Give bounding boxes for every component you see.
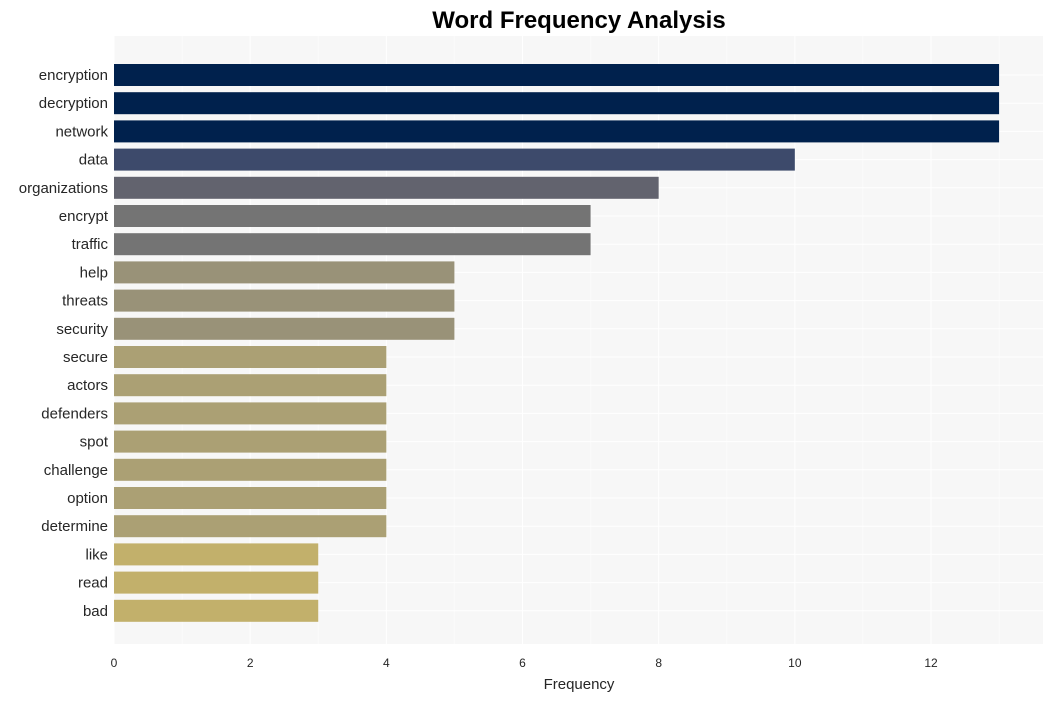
y-tick-label: traffic <box>72 236 109 253</box>
y-tick-label: organizations <box>19 180 108 197</box>
bar-secure <box>114 346 387 368</box>
word-frequency-chart: Word Frequency Analysis encryption decryp… <box>19 7 1043 693</box>
x-tick-label: 12 <box>924 656 938 670</box>
bar-encryption <box>114 64 1000 86</box>
chart-title: Word Frequency Analysis <box>432 7 725 34</box>
y-tick-label: spot <box>80 434 109 451</box>
y-tick-label: determine <box>41 518 108 535</box>
y-tick-label: decryption <box>39 95 108 112</box>
y-tick-label: bad <box>83 603 108 620</box>
y-tick-label: threats <box>62 293 108 310</box>
y-tick-label: data <box>79 152 109 169</box>
bar-data <box>114 148 795 171</box>
bar-defenders <box>114 402 387 425</box>
bar-traffic <box>114 233 591 256</box>
bar-encrypt <box>114 205 591 227</box>
y-tick-label: option <box>67 490 108 507</box>
y-tick-label: like <box>85 546 108 563</box>
bar-security <box>114 317 455 340</box>
bar-read <box>114 571 319 594</box>
bar-like <box>114 543 319 566</box>
y-tick-label: challenge <box>44 462 108 479</box>
bar-challenge <box>114 458 387 481</box>
x-tick-label: 10 <box>788 656 802 670</box>
y-tick-label: encrypt <box>59 208 109 225</box>
x-axis-label: Frequency <box>544 676 615 693</box>
bar-decryption <box>114 92 1000 115</box>
y-tick-label: actors <box>67 377 108 394</box>
x-tick-label: 0 <box>111 656 118 670</box>
x-tick-label: 8 <box>655 656 662 670</box>
y-tick-label: network <box>55 123 108 140</box>
x-tick-label: 6 <box>519 656 526 670</box>
x-tick-label: 2 <box>247 656 254 670</box>
bar-network <box>114 120 1000 143</box>
bar-help <box>114 261 455 284</box>
bar-threats <box>114 289 455 312</box>
bar-bad <box>114 599 319 622</box>
y-tick-label: read <box>78 575 108 592</box>
bar-spot <box>114 430 387 453</box>
x-tick-label: 4 <box>383 656 390 670</box>
bar-option <box>114 487 387 509</box>
bar-organizations <box>114 176 659 199</box>
bar-determine <box>114 515 387 538</box>
y-tick-label: help <box>80 264 108 281</box>
x-tick-labels: 0 2 4 6 8 10 12 <box>111 656 938 670</box>
y-tick-label: defenders <box>41 405 108 422</box>
y-tick-label: security <box>56 321 108 338</box>
y-tick-label: secure <box>63 349 108 366</box>
y-tick-label: encryption <box>39 67 108 84</box>
y-tick-labels: encryption decryption network data organizat… <box>19 67 109 620</box>
bar-actors <box>114 374 387 397</box>
